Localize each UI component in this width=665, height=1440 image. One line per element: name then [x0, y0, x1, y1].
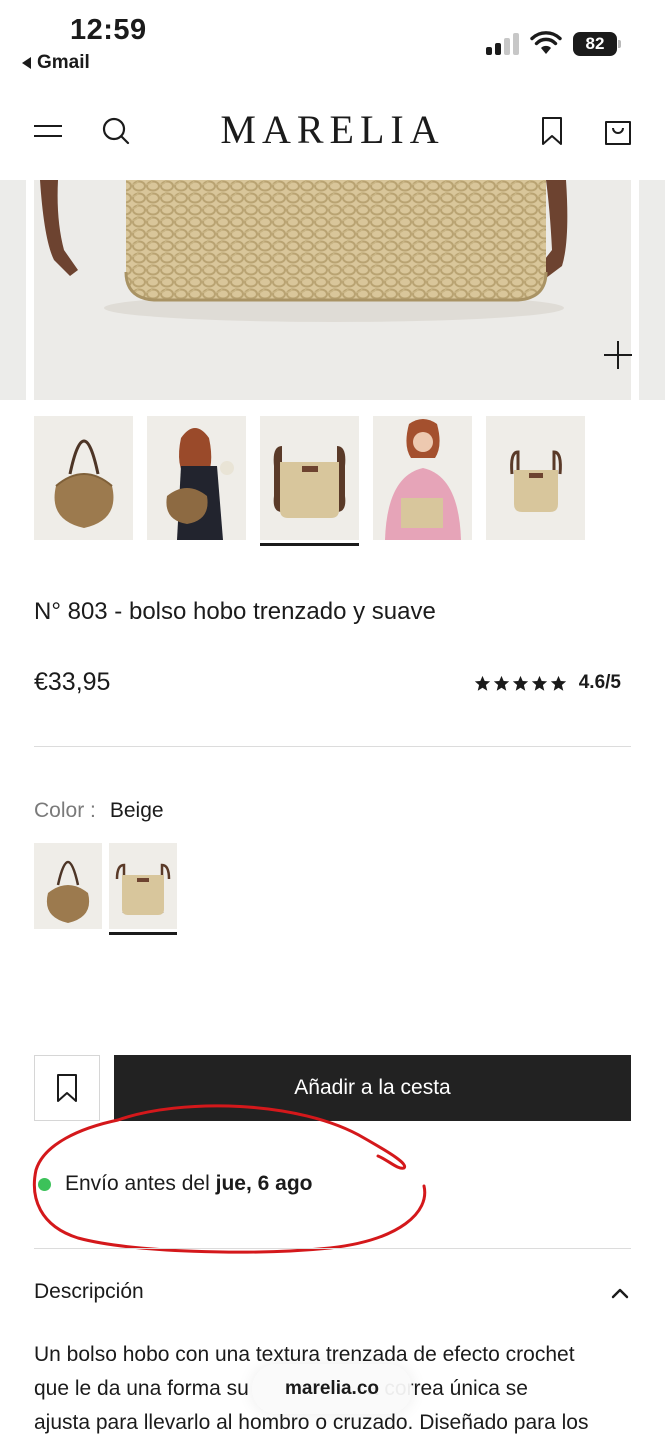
- shipping-prefix: Envío antes del: [65, 1172, 210, 1195]
- status-time: 12:59: [70, 14, 147, 46]
- divider: [34, 746, 631, 747]
- shipping-date: jue, 6 ago: [215, 1172, 313, 1195]
- cellular-signal-icon: [486, 31, 520, 55]
- wifi-icon: [530, 31, 562, 54]
- color-swatch-beige[interactable]: [109, 843, 177, 929]
- next-slide-peek[interactable]: [639, 180, 665, 400]
- product-rating[interactable]: 4.6/5: [474, 672, 621, 694]
- thumbnail-3[interactable]: [260, 416, 359, 540]
- thumbnail-4[interactable]: [373, 416, 472, 540]
- battery-icon: 82: [573, 32, 621, 56]
- color-selector-label: Color : Beige: [34, 799, 164, 823]
- shipping-estimate: Envío antes del jue, 6 ago: [38, 1172, 312, 1196]
- selected-swatch-indicator: [109, 932, 177, 935]
- thumbnail-5[interactable]: [486, 416, 585, 540]
- rating-stars: [474, 675, 567, 692]
- product-page: 12:59 Gmail 82 MARELIA N° 803 - bolso ho…: [0, 0, 665, 1440]
- product-gallery[interactable]: [0, 180, 665, 402]
- previous-slide-peek[interactable]: [0, 180, 26, 400]
- wishlist-button[interactable]: [34, 1055, 100, 1121]
- thumbnail-2[interactable]: [147, 416, 246, 540]
- battery-level: 82: [573, 32, 617, 56]
- back-to-gmail[interactable]: Gmail: [22, 52, 90, 74]
- status-bar: 12:59 Gmail 82: [0, 0, 665, 84]
- add-to-cart-button[interactable]: Añadir a la cesta: [114, 1055, 631, 1121]
- star-icon: [531, 675, 547, 691]
- browser-url-pill[interactable]: marelia.co: [252, 1364, 412, 1414]
- status-dot-icon: [38, 1177, 51, 1191]
- product-title: N° 803 - bolso hobo trenzado y suave: [34, 598, 436, 625]
- bookmark-icon[interactable]: [540, 116, 564, 146]
- chevron-up-icon: [611, 1288, 629, 1299]
- color-label: Color :: [34, 799, 96, 822]
- star-icon: [512, 675, 528, 691]
- bookmark-icon: [57, 1074, 77, 1102]
- thumbnail-strip: [34, 416, 594, 548]
- product-price: €33,95: [34, 668, 111, 696]
- back-app-label: Gmail: [37, 52, 90, 73]
- star-icon: [474, 675, 490, 691]
- product-main-image[interactable]: [34, 180, 631, 400]
- color-value: Beige: [109, 799, 164, 822]
- star-icon: [493, 675, 509, 691]
- zoom-plus-icon[interactable]: [603, 340, 633, 370]
- shopping-bag-icon[interactable]: [604, 116, 632, 146]
- divider: [34, 1248, 631, 1249]
- description-title: Descripción: [34, 1280, 144, 1303]
- brand-logo[interactable]: MARELIA: [0, 106, 665, 153]
- star-icon: [550, 675, 566, 691]
- selected-thumbnail-indicator: [260, 543, 359, 546]
- color-swatch-brown[interactable]: [34, 843, 102, 929]
- description-accordion-header[interactable]: Descripción: [34, 1280, 631, 1308]
- rating-value: 4.6/5: [578, 672, 621, 693]
- site-header: MARELIA: [0, 84, 665, 180]
- thumbnail-1[interactable]: [34, 416, 133, 540]
- back-arrow-icon: [22, 57, 31, 69]
- bag-photo: [34, 180, 631, 400]
